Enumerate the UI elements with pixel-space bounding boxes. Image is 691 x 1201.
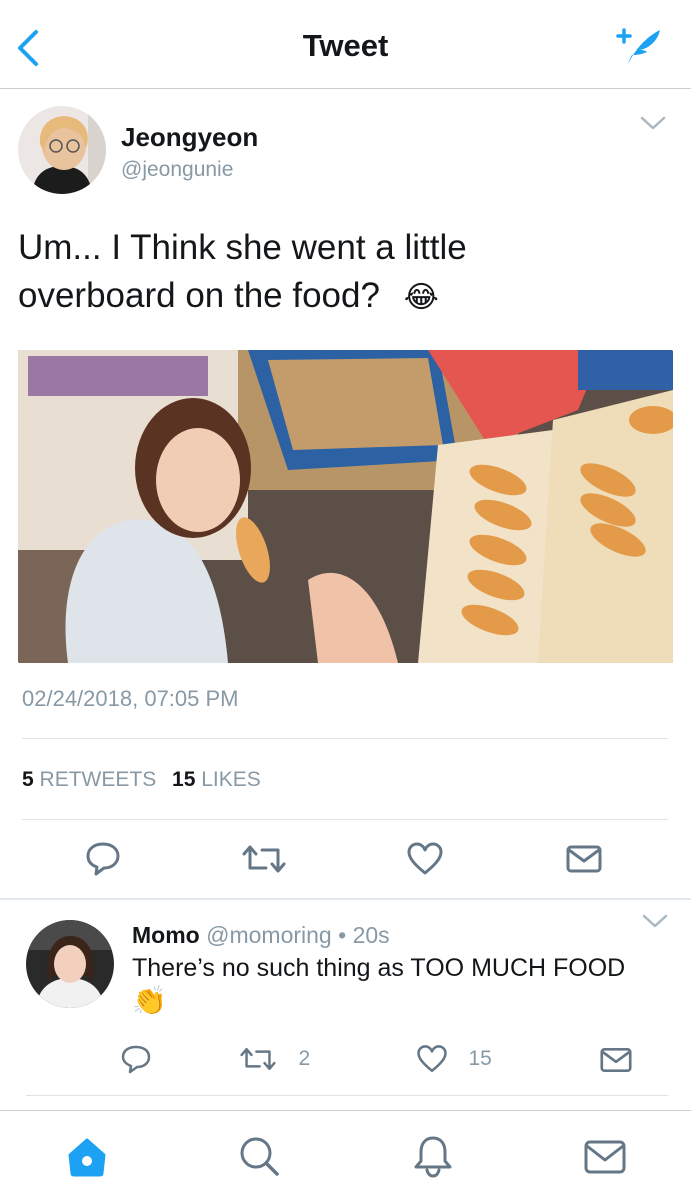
- tweet-photo[interactable]: [18, 350, 673, 663]
- envelope-icon: [566, 845, 602, 873]
- page-title: Tweet: [302, 28, 389, 63]
- reply-header: Momo @momoring • 20s: [132, 922, 390, 949]
- tweet-stats: 5 RETWEETS 15 LIKES: [22, 768, 261, 792]
- messages-icon: [584, 1140, 626, 1174]
- reply-author-handle[interactable]: @momoring: [206, 922, 332, 948]
- divider: [22, 738, 668, 739]
- like-button[interactable]: [406, 842, 444, 881]
- top-navigation-bar: Tweet: [0, 0, 691, 89]
- tab-notifications[interactable]: [412, 1133, 454, 1184]
- reply-like-button[interactable]: 15: [416, 1044, 492, 1076]
- tweet-options-button[interactable]: [638, 110, 668, 136]
- likes-count: 15: [172, 768, 196, 791]
- reply-retweet-button[interactable]: 2: [240, 1044, 310, 1076]
- share-button[interactable]: [566, 844, 602, 879]
- compose-tweet-icon: [616, 28, 660, 64]
- divider: [22, 819, 668, 820]
- avatar-image: [18, 106, 106, 194]
- heart-icon: [407, 842, 443, 875]
- reply-button[interactable]: [84, 840, 122, 881]
- notifications-icon: [414, 1136, 452, 1178]
- author-name[interactable]: Jeongyeon: [121, 122, 258, 153]
- heart-icon: [417, 1045, 447, 1073]
- envelope-icon: [600, 1048, 632, 1072]
- tab-home[interactable]: [66, 1137, 108, 1182]
- bottom-tab-bar: [0, 1110, 691, 1201]
- reply-icon: [121, 1045, 151, 1074]
- reply-time: 20s: [352, 922, 390, 948]
- reply-separator: •: [338, 922, 347, 948]
- retweet-button[interactable]: [242, 842, 286, 881]
- clapping-hands-emoji: 👏: [132, 985, 167, 1016]
- reply-author-avatar[interactable]: [26, 920, 114, 1008]
- reply-like-count: 15: [468, 1047, 492, 1070]
- avatar-image: [26, 920, 114, 1008]
- reply-retweet-count: 2: [298, 1047, 311, 1070]
- reply-text: There’s no such thing as TOO MUCH FOOD: [132, 954, 626, 982]
- chevron-down-icon: [640, 116, 666, 130]
- tweet-text-body: Um... I Think she went a little overboar…: [18, 228, 467, 315]
- retweets-count: 5: [22, 768, 34, 791]
- reply-share-button[interactable]: [600, 1046, 632, 1079]
- reply-reply-button[interactable]: [120, 1044, 152, 1079]
- retweets-stat[interactable]: 5 RETWEETS: [22, 768, 162, 791]
- reply-options-button[interactable]: [640, 908, 670, 934]
- photo-image: [18, 350, 673, 663]
- tweet-text: Um... I Think she went a little overboar…: [18, 224, 578, 322]
- chevron-down-icon: [642, 914, 668, 928]
- tweet-timestamp: 02/24/2018, 07:05 PM: [22, 686, 239, 711]
- author-avatar[interactable]: [18, 106, 106, 194]
- retweet-icon: [240, 1047, 276, 1071]
- search-icon: [240, 1137, 279, 1176]
- section-divider: [0, 898, 691, 900]
- retweet-icon: [242, 845, 286, 873]
- compose-tweet-button[interactable]: [610, 24, 666, 68]
- reply-author-name[interactable]: Momo: [132, 922, 200, 948]
- home-icon: [68, 1138, 106, 1177]
- likes-stat[interactable]: 15 LIKES: [172, 768, 261, 791]
- likes-label: LIKES: [201, 768, 261, 791]
- tears-of-joy-emoji: 😂: [403, 281, 439, 314]
- retweets-label: RETWEETS: [39, 768, 157, 791]
- author-handle[interactable]: @jeongunie: [121, 158, 233, 182]
- divider: [26, 1095, 668, 1096]
- tab-search[interactable]: [238, 1135, 282, 1184]
- reply-icon: [86, 842, 120, 876]
- tab-messages[interactable]: [584, 1139, 626, 1180]
